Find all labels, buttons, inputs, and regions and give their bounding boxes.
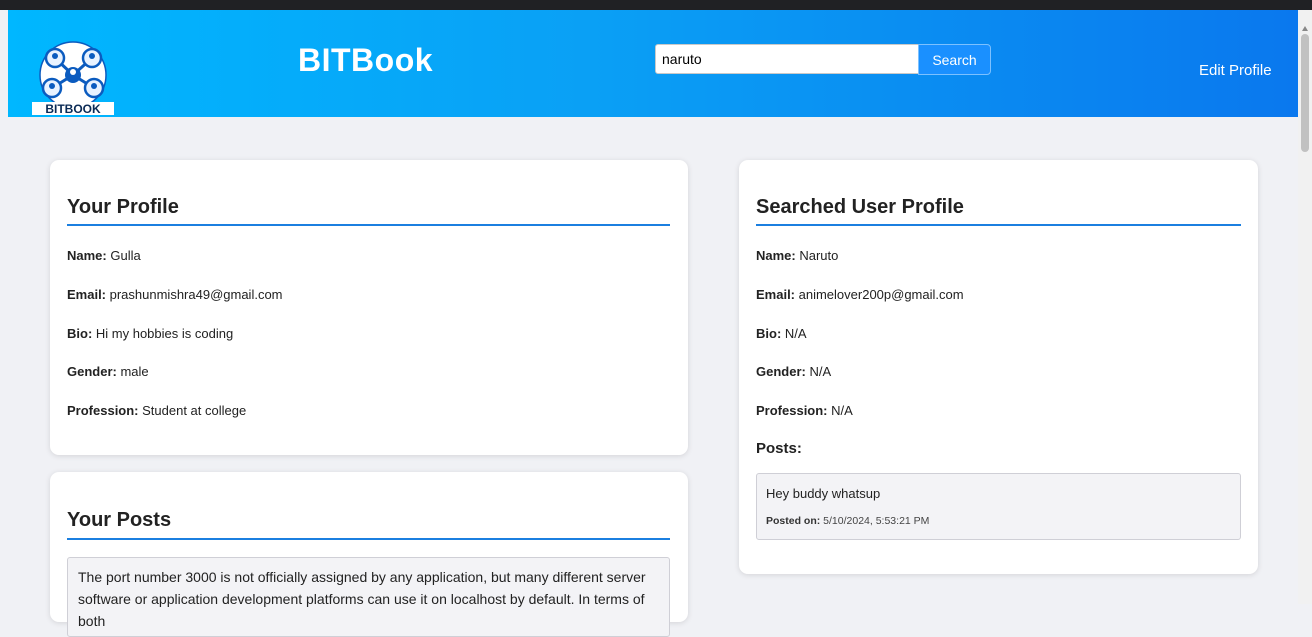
profile-name: Name: Gulla xyxy=(67,248,141,263)
profile-email: Email: prashunmishra49@gmail.com xyxy=(67,287,283,302)
logo-wordmark: BITBOOK xyxy=(45,102,101,116)
scrollbar-thumb[interactable] xyxy=(1301,34,1309,152)
searched-bio: Bio: N/A xyxy=(756,326,807,341)
profile-bio: Bio: Hi my hobbies is coding xyxy=(67,326,234,341)
searched-post-text: Hey buddy whatsup xyxy=(766,486,881,501)
searched-email: Email: animelover200p@gmail.com xyxy=(756,287,964,302)
searched-name: Name: Naruto xyxy=(756,248,839,263)
app-header: BITBOOK xyxy=(8,10,1298,117)
browser-toolbar-strip xyxy=(0,0,1312,10)
searched-profession: Profession: N/A xyxy=(756,403,853,418)
your-profile-card: Your Profile Name: Gulla Email: prashunm… xyxy=(50,160,688,455)
your-profile-title: Your Profile xyxy=(67,196,179,218)
your-profile-divider xyxy=(67,224,670,226)
edit-profile-link[interactable]: Edit Profile xyxy=(1199,62,1272,79)
your-posts-card: Your Posts The port number 3000 is not o… xyxy=(50,472,688,637)
searched-profile-title: Searched User Profile xyxy=(756,196,964,218)
your-posts-divider xyxy=(67,538,670,540)
bitbook-logo[interactable]: BITBOOK xyxy=(30,36,120,116)
searched-gender: Gender: N/A xyxy=(756,364,832,379)
search-button[interactable]: Search xyxy=(918,44,991,75)
profile-profession: Profession: Student at college xyxy=(67,403,247,418)
search-input[interactable] xyxy=(655,44,921,74)
searched-posts-heading: Posts: xyxy=(756,440,802,457)
searched-post-item: Hey buddy whatsup Posted on: 5/10/2024, … xyxy=(756,473,1241,540)
searched-post-timestamp: Posted on: 5/10/2024, 5:53:21 PM xyxy=(766,515,930,527)
post-text: The port number 3000 is not officially a… xyxy=(78,569,646,629)
post-item: The port number 3000 is not officially a… xyxy=(67,557,670,637)
searched-profile-divider xyxy=(756,224,1241,226)
brand-title: BITBook xyxy=(298,42,434,78)
searched-user-profile-card: Searched User Profile Name: Naruto Email… xyxy=(739,160,1258,574)
your-posts-title: Your Posts xyxy=(67,509,172,531)
scroll-up-arrow-icon[interactable] xyxy=(1302,26,1308,31)
profile-gender: Gender: male xyxy=(67,364,149,379)
